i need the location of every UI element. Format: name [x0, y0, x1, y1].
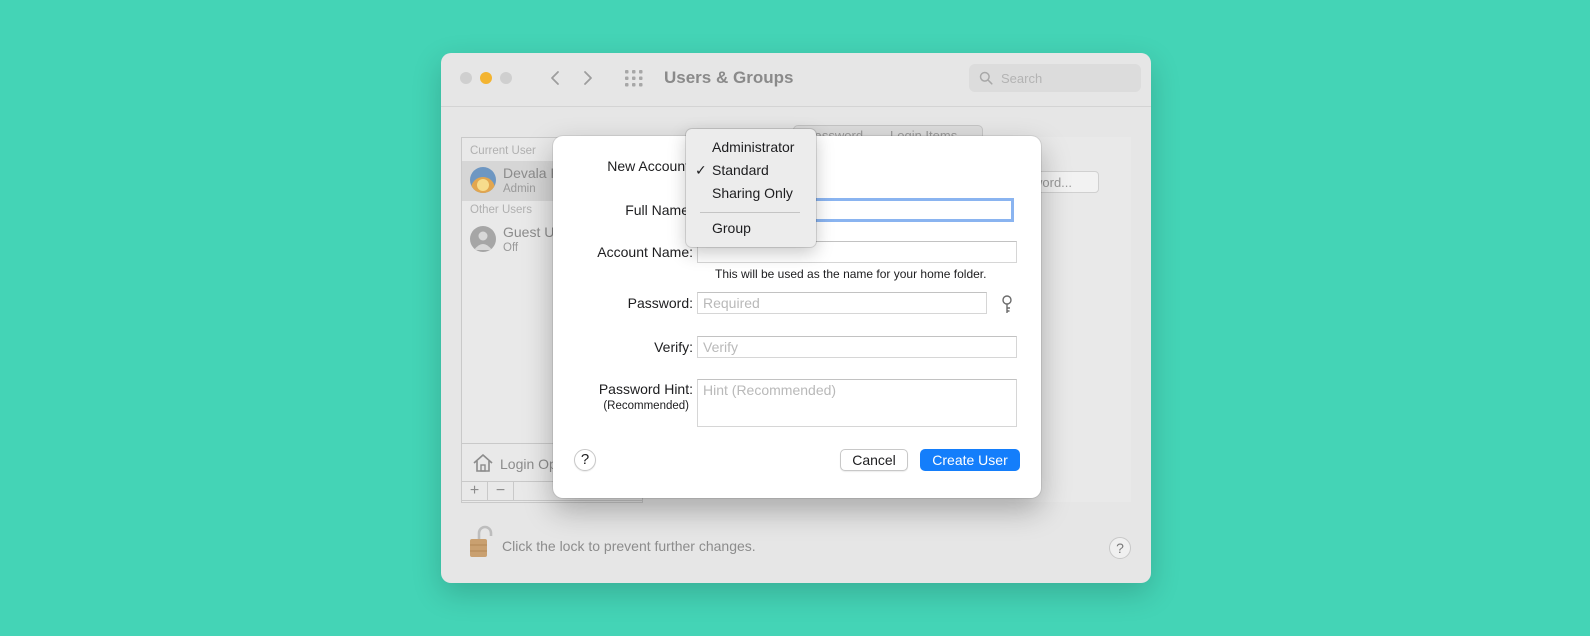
remove-user-button[interactable]: −: [488, 482, 514, 500]
user-name: Devala F: [503, 165, 560, 181]
password-hint-label: Password Hint:: [598, 381, 693, 397]
titlebar: Users & Groups Search: [441, 53, 1151, 107]
lock-status-text: Click the lock to prevent further change…: [502, 538, 756, 554]
show-all-grid-icon[interactable]: [624, 69, 644, 87]
user-role: Off: [503, 242, 519, 254]
house-icon: [473, 454, 493, 472]
menu-item-administrator[interactable]: Administrator: [712, 139, 794, 155]
add-user-button[interactable]: +: [462, 482, 488, 500]
verify-field[interactable]: Verify: [697, 336, 1017, 358]
login-options-label: Login Op: [500, 456, 557, 472]
forward-icon[interactable]: [576, 67, 598, 89]
avatar: [470, 167, 496, 193]
full-name-label: Full Name: [625, 202, 689, 218]
password-hint-sublabel: (Recommended): [603, 400, 689, 412]
password-field[interactable]: Required: [697, 292, 987, 314]
guest-avatar-icon: [470, 226, 496, 252]
search-input[interactable]: Search: [969, 64, 1141, 92]
user-role: Admin: [503, 183, 536, 195]
password-placeholder: Required: [703, 295, 760, 311]
key-icon[interactable]: [1001, 295, 1013, 315]
current-user-label: Current User: [470, 145, 536, 157]
account-type-menu: Administrator ✓ Standard Sharing Only Gr…: [686, 129, 816, 247]
new-account-label: New Account: [607, 158, 689, 174]
minimize-window-button[interactable]: [480, 72, 492, 84]
back-icon[interactable]: [545, 67, 567, 89]
window-title: Users & Groups: [664, 68, 794, 87]
checkmark-icon: ✓: [695, 162, 707, 178]
verify-label: Verify:: [654, 339, 693, 355]
lock-icon[interactable]: [461, 523, 501, 563]
zoom-window-button[interactable]: [500, 72, 512, 84]
search-icon: [979, 71, 993, 85]
create-user-button[interactable]: Create User: [920, 449, 1020, 471]
verify-placeholder: Verify: [703, 339, 739, 355]
menu-item-group[interactable]: Group: [712, 220, 751, 236]
user-name: Guest U: [503, 224, 555, 240]
help-button[interactable]: ?: [1109, 537, 1131, 559]
sheet-help-button[interactable]: ?: [574, 449, 596, 471]
menu-divider: [700, 212, 800, 213]
account-name-helper: This will be used as the name for your h…: [715, 267, 987, 281]
menu-item-sharing-only[interactable]: Sharing Only: [712, 185, 793, 201]
search-placeholder: Search: [1001, 71, 1043, 86]
account-name-label: Account Name:: [597, 244, 693, 260]
close-window-button[interactable]: [460, 72, 472, 84]
menu-item-standard[interactable]: Standard: [712, 162, 769, 178]
other-users-label: Other Users: [470, 204, 532, 216]
cancel-button[interactable]: Cancel: [840, 449, 908, 471]
full-name-field[interactable]: [801, 198, 1014, 222]
password-label: Password:: [627, 295, 693, 311]
password-hint-placeholder: Hint (Recommended): [703, 382, 837, 398]
password-hint-field[interactable]: Hint (Recommended): [697, 379, 1017, 427]
